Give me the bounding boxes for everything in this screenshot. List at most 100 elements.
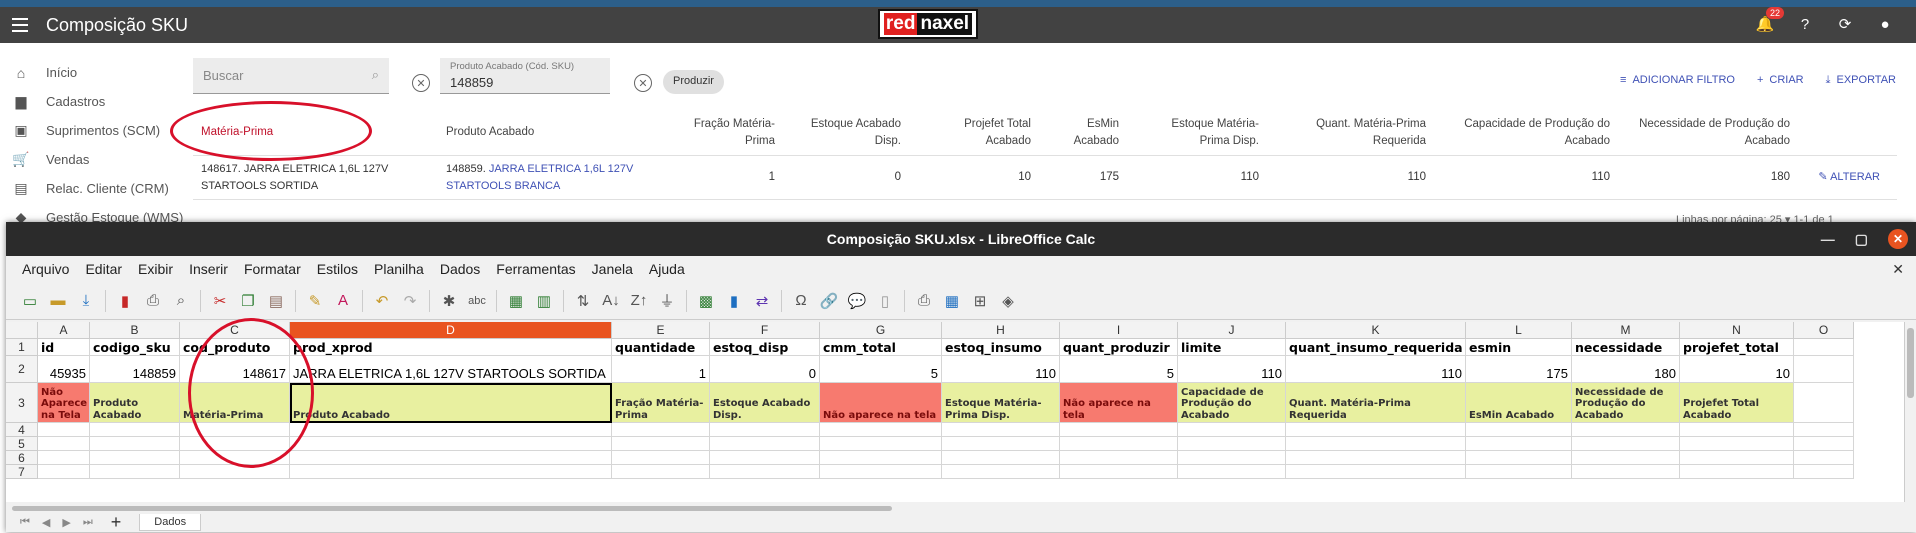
cell-e5[interactable] [612,437,710,451]
cell-d4[interactable] [290,423,612,437]
hamburger-menu-icon[interactable] [12,14,34,36]
sidebar-item-vendas[interactable]: 🛒 Vendas [0,145,190,174]
column-header-h[interactable]: H [942,322,1060,339]
hyperlink-icon[interactable]: 🔗 [817,289,841,313]
cell-n3[interactable]: Projefet Total Acabado [1680,383,1794,423]
menu-inserir[interactable]: Inserir [181,261,236,277]
header-fracao[interactable]: Fração Matéria- Prima [653,116,783,150]
column-header-i[interactable]: I [1060,322,1178,339]
column-header-n[interactable]: N [1680,322,1794,339]
cell-h2[interactable]: 110 [942,356,1060,383]
produto-acabado-filter[interactable]: Produto Acabado (Cód. SKU) 148859 [440,58,610,94]
grid-corner[interactable] [6,322,38,339]
cell-m7[interactable] [1572,465,1680,479]
open-icon[interactable]: ▬ [46,289,70,313]
cell-j4[interactable] [1178,423,1286,437]
sort-ascending-icon[interactable]: A↓ [599,289,623,313]
cell-f6[interactable] [710,451,820,465]
last-sheet-icon[interactable]: ⏭ [83,516,93,529]
cell-a3[interactable]: Não Aparece na Tela [38,383,90,423]
produzir-chip[interactable]: Produzir [663,70,724,94]
cell-j6[interactable] [1178,451,1286,465]
cell-f3[interactable]: Estoque Acabado Disp. [710,383,820,423]
cell-h3[interactable]: Estoque Matéria-Prima Disp. [942,383,1060,423]
insert-image-icon[interactable]: ▩ [694,289,718,313]
define-print-area-icon[interactable]: ⎙ [912,289,936,313]
header-necessidade[interactable]: Necessidade de Produção do Acabado [1618,116,1798,150]
column-header-d[interactable]: D [290,322,612,339]
add-sheet-icon[interactable]: + [111,512,122,533]
cell-a6[interactable] [38,451,90,465]
undo-icon[interactable]: ↶ [370,289,394,313]
header-estoque-mp[interactable]: Estoque Matéria- Prima Disp. [1127,116,1267,150]
cell-o5[interactable] [1794,437,1854,451]
cell-g5[interactable] [820,437,942,451]
sheet-tab-dados[interactable]: Dados [139,514,202,531]
cell-e6[interactable] [612,451,710,465]
bell-icon[interactable]: 🔔 22 [1754,7,1784,35]
cell-h6[interactable] [942,451,1060,465]
clone-formatting-icon[interactable]: ✎ [303,289,327,313]
save-icon[interactable]: ⤓ [74,289,98,313]
cell-o4[interactable] [1794,423,1854,437]
comment-icon[interactable]: 💬 [845,289,869,313]
pivot-table-icon[interactable]: ⇄ [750,289,774,313]
row-header-5[interactable]: 5 [6,437,38,451]
cell-i2[interactable]: 5 [1060,356,1178,383]
menu-ferramentas[interactable]: Ferramentas [488,261,583,277]
vertical-scrollbar[interactable] [1904,322,1916,502]
column-header-l[interactable]: L [1466,322,1572,339]
cut-icon[interactable]: ✂ [208,289,232,313]
copy-icon[interactable]: ❐ [236,289,260,313]
cell-o7[interactable] [1794,465,1854,479]
clear-formatting-icon[interactable]: A [331,289,355,313]
headers-footers-icon[interactable]: ▯ [873,289,897,313]
cell-n7[interactable] [1680,465,1794,479]
cell-h5[interactable] [942,437,1060,451]
column-icon[interactable]: ▥ [532,289,556,313]
row-header-4[interactable]: 4 [6,423,38,437]
refresh-icon[interactable]: ⟳ [1834,13,1856,35]
cell-l2[interactable]: 175 [1466,356,1572,383]
cell-k6[interactable] [1286,451,1466,465]
add-filter-button[interactable]: ≡ ADICIONAR FILTRO [1620,74,1735,87]
cell-k4[interactable] [1286,423,1466,437]
freeze-rows-icon[interactable]: ▦ [940,289,964,313]
cell-n4[interactable] [1680,423,1794,437]
row-header-1[interactable]: 1 [6,339,38,356]
cell-i4[interactable] [1060,423,1178,437]
cell-i7[interactable] [1060,465,1178,479]
clear-filter-icon[interactable]: ✕ [634,74,652,92]
cell-l4[interactable] [1466,423,1572,437]
cell-n5[interactable] [1680,437,1794,451]
cell-m5[interactable] [1572,437,1680,451]
cell-m6[interactable] [1572,451,1680,465]
edit-button[interactable]: ✎ ALTERAR [1798,169,1888,186]
header-produto-acabado[interactable]: Produto Acabado [438,124,653,141]
cell-l7[interactable] [1466,465,1572,479]
cell-m4[interactable] [1572,423,1680,437]
new-doc-icon[interactable]: ▭ [18,289,42,313]
column-header-a[interactable]: A [38,322,90,339]
cell-h7[interactable] [942,465,1060,479]
cell-d1[interactable]: prod_xprod [290,339,612,356]
cell-d3[interactable]: Produto Acabado [290,383,612,423]
cell-o3[interactable] [1794,383,1854,423]
cell-o6[interactable] [1794,451,1854,465]
cell-f4[interactable] [710,423,820,437]
column-header-k[interactable]: K [1286,322,1466,339]
cell-g7[interactable] [820,465,942,479]
menu-editar[interactable]: Editar [77,261,130,277]
sidebar-item-cadastros[interactable]: ▆ Cadastros [0,87,190,116]
special-character-icon[interactable]: Ω [789,289,813,313]
sort-descending-icon[interactable]: Z↑ [627,289,651,313]
row-header-7[interactable]: 7 [6,465,38,479]
cell-g3[interactable]: Não aparece na tela [820,383,942,423]
cell-k3[interactable]: Quant. Matéria-Prima Requerida [1286,383,1466,423]
cell-g4[interactable] [820,423,942,437]
cell-a5[interactable] [38,437,90,451]
cell-o1[interactable] [1794,339,1854,356]
sidebar-item-inicio[interactable]: ⌂ Início [0,58,190,87]
show-draw-functions-icon[interactable]: ◈ [996,289,1020,313]
export-button[interactable]: ⤓ EXPORTAR [1826,74,1896,87]
